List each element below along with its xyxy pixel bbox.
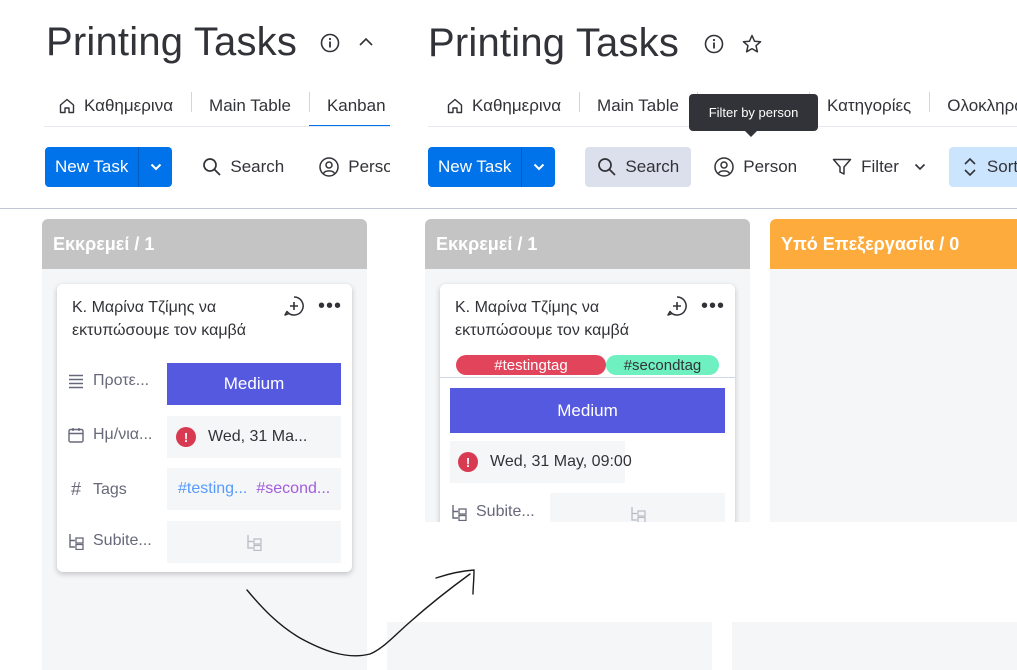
annotation-arrow-icon: [246, 569, 475, 657]
filter-by-person-tooltip: Filter by person: [689, 94, 818, 137]
